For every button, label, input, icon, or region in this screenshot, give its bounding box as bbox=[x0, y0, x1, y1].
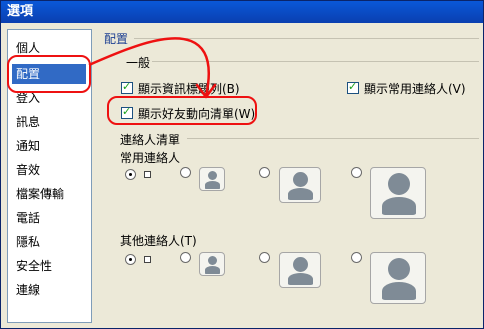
show-header-checkbox[interactable] bbox=[121, 80, 133, 94]
sidebar-item-alerts[interactable]: 通知 bbox=[12, 136, 86, 156]
highlight-layout-annotation bbox=[7, 55, 91, 93]
avatar-large-icon bbox=[370, 167, 426, 219]
general-divider bbox=[152, 61, 479, 62]
other-size-large-radio[interactable] bbox=[351, 252, 362, 263]
general-heading: 一般 bbox=[126, 56, 151, 70]
sidebar-item-connection[interactable]: 連線 bbox=[12, 280, 86, 300]
show-frequent-checkbox[interactable] bbox=[347, 80, 359, 94]
sidebar-item-messages[interactable]: 訊息 bbox=[12, 112, 86, 132]
frequent-size-list-radio[interactable] bbox=[125, 169, 136, 180]
list-view-icon bbox=[144, 171, 151, 178]
other-size-medium-radio[interactable] bbox=[259, 252, 270, 263]
frequent-size-medium-radio[interactable] bbox=[259, 167, 270, 178]
frequent-size-large-radio[interactable] bbox=[351, 167, 362, 178]
highlight-whats-new-annotation bbox=[107, 96, 257, 125]
options-dialog: 選項 個人 配置 登入 訊息 通知 音效 檔案傳輸 電話 隱私 安全性 連線 配… bbox=[0, 0, 484, 329]
other-size-small-radio[interactable] bbox=[180, 252, 191, 263]
contact-list-heading: 連絡人清單 bbox=[120, 133, 181, 147]
contact-list-divider bbox=[187, 138, 479, 139]
other-contacts-label: 其他連絡人(T) bbox=[120, 234, 197, 248]
avatar-medium-icon bbox=[279, 252, 321, 288]
sidebar-item-sounds[interactable]: 音效 bbox=[12, 160, 86, 180]
show-header-label: 顯示資訊標題列(B) bbox=[138, 82, 240, 96]
avatar-large-icon bbox=[370, 252, 426, 304]
show-frequent-label: 顯示常用連絡人(V) bbox=[364, 82, 466, 96]
avatar-small-icon bbox=[199, 167, 225, 191]
window-title: 選項 bbox=[1, 1, 483, 23]
section-title: 配置 bbox=[104, 32, 129, 46]
avatar-small-icon bbox=[199, 252, 225, 276]
avatar-medium-icon bbox=[279, 167, 321, 203]
other-size-list-radio[interactable] bbox=[125, 254, 136, 265]
sidebar-item-privacy[interactable]: 隱私 bbox=[12, 232, 86, 252]
sidebar-item-security[interactable]: 安全性 bbox=[12, 256, 86, 276]
layout-panel: 配置 一般 顯示資訊標題列(B) 顯示常用連絡人(V) 顯示好友動向清單(W) … bbox=[99, 29, 481, 323]
sidebar-item-phone[interactable]: 電話 bbox=[12, 208, 86, 228]
frequent-contacts-label: 常用連絡人 bbox=[120, 151, 181, 165]
section-divider bbox=[134, 38, 479, 39]
frequent-size-small-radio[interactable] bbox=[180, 167, 191, 178]
sidebar-item-file-transfer[interactable]: 檔案傳輸 bbox=[12, 184, 86, 204]
list-view-icon bbox=[144, 256, 151, 263]
